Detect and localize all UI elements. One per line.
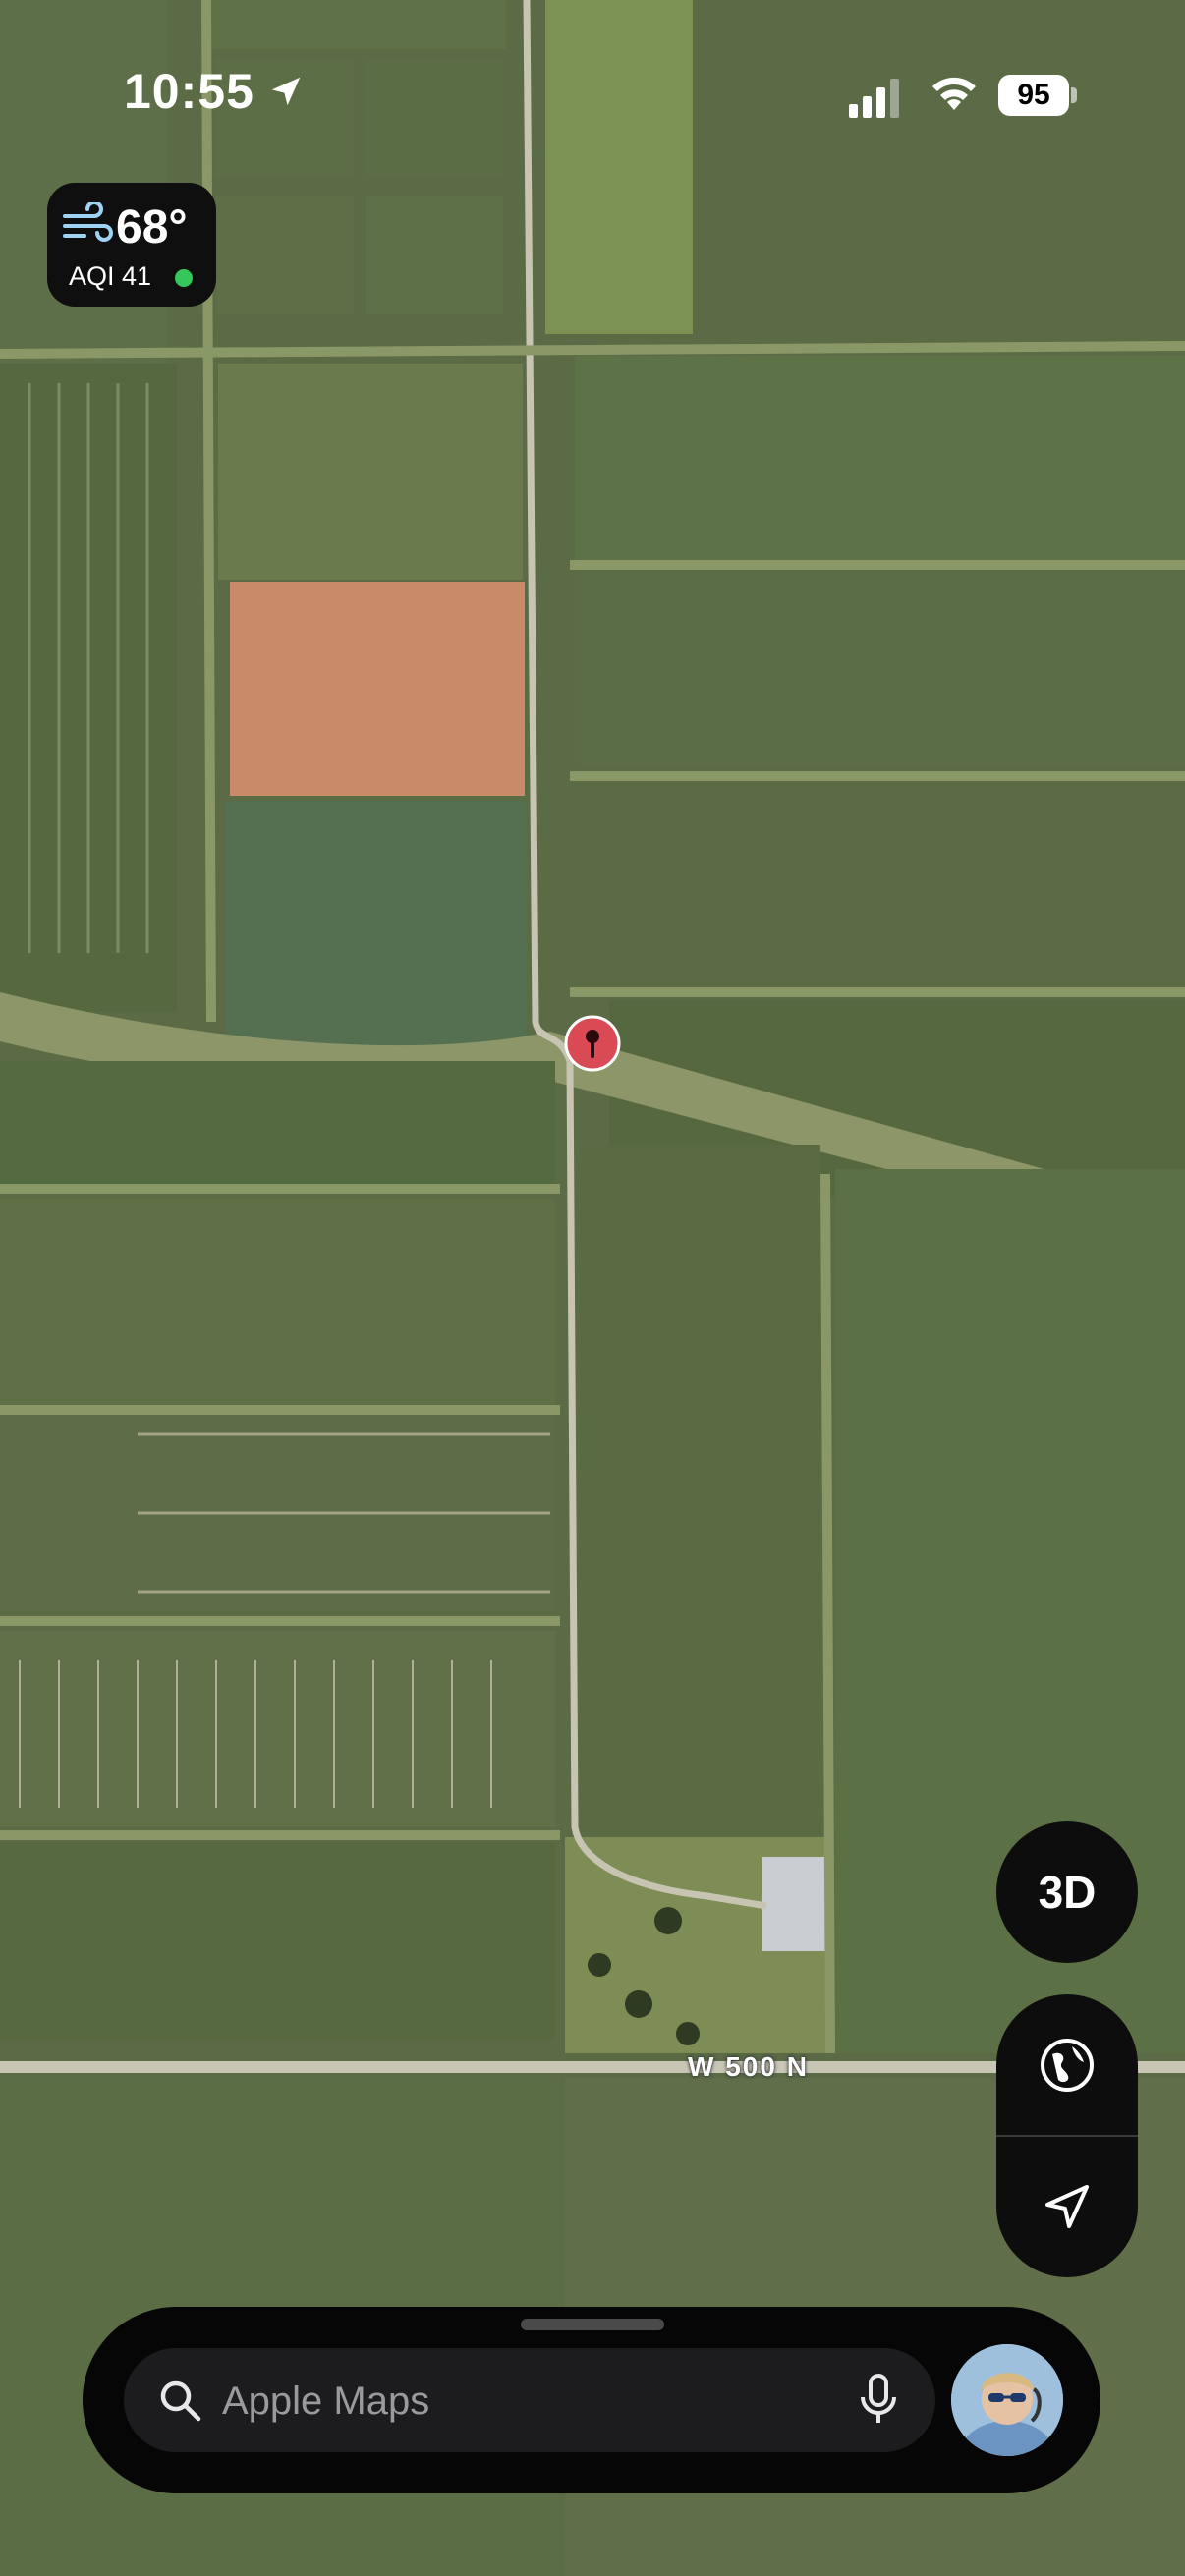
dropped-pin-icon[interactable] [563, 1014, 622, 1073]
wind-icon [63, 202, 113, 242]
navigation-arrow-icon [1045, 2185, 1089, 2228]
microphone-icon[interactable] [859, 2374, 898, 2427]
current-location-button[interactable] [996, 2136, 1138, 2277]
cellular-signal-icon [849, 79, 899, 118]
weather-widget[interactable]: 68° AQI 41 [47, 183, 216, 307]
road-label: W 500 N [688, 2051, 809, 2082]
temperature: 68° [116, 201, 188, 253]
search-field[interactable] [124, 2348, 935, 2452]
3d-view-button[interactable]: 3D [996, 1821, 1138, 1963]
battery-cap [1071, 87, 1077, 103]
sheet-grabber[interactable] [521, 2319, 664, 2330]
battery-level: 95 [998, 75, 1069, 116]
search-input[interactable] [220, 2366, 814, 2436]
user-avatar[interactable] [951, 2344, 1063, 2456]
aqi-status-dot [175, 269, 193, 287]
bottom-search-sheet[interactable] [83, 2307, 1100, 2493]
battery-indicator: 95 [998, 75, 1079, 116]
search-icon [160, 2380, 201, 2422]
map-mode-button[interactable] [996, 1994, 1138, 2136]
location-arrow-icon [271, 77, 301, 106]
avatar-image [951, 2344, 1063, 2456]
air-quality-index: AQI 41 [69, 261, 152, 291]
wifi-icon [932, 77, 976, 110]
status-time: 10:55 [124, 64, 254, 119]
globe-icon [1041, 2039, 1094, 2092]
status-bar: 10:55 95 [0, 0, 1185, 187]
map-controls [996, 1994, 1138, 2277]
